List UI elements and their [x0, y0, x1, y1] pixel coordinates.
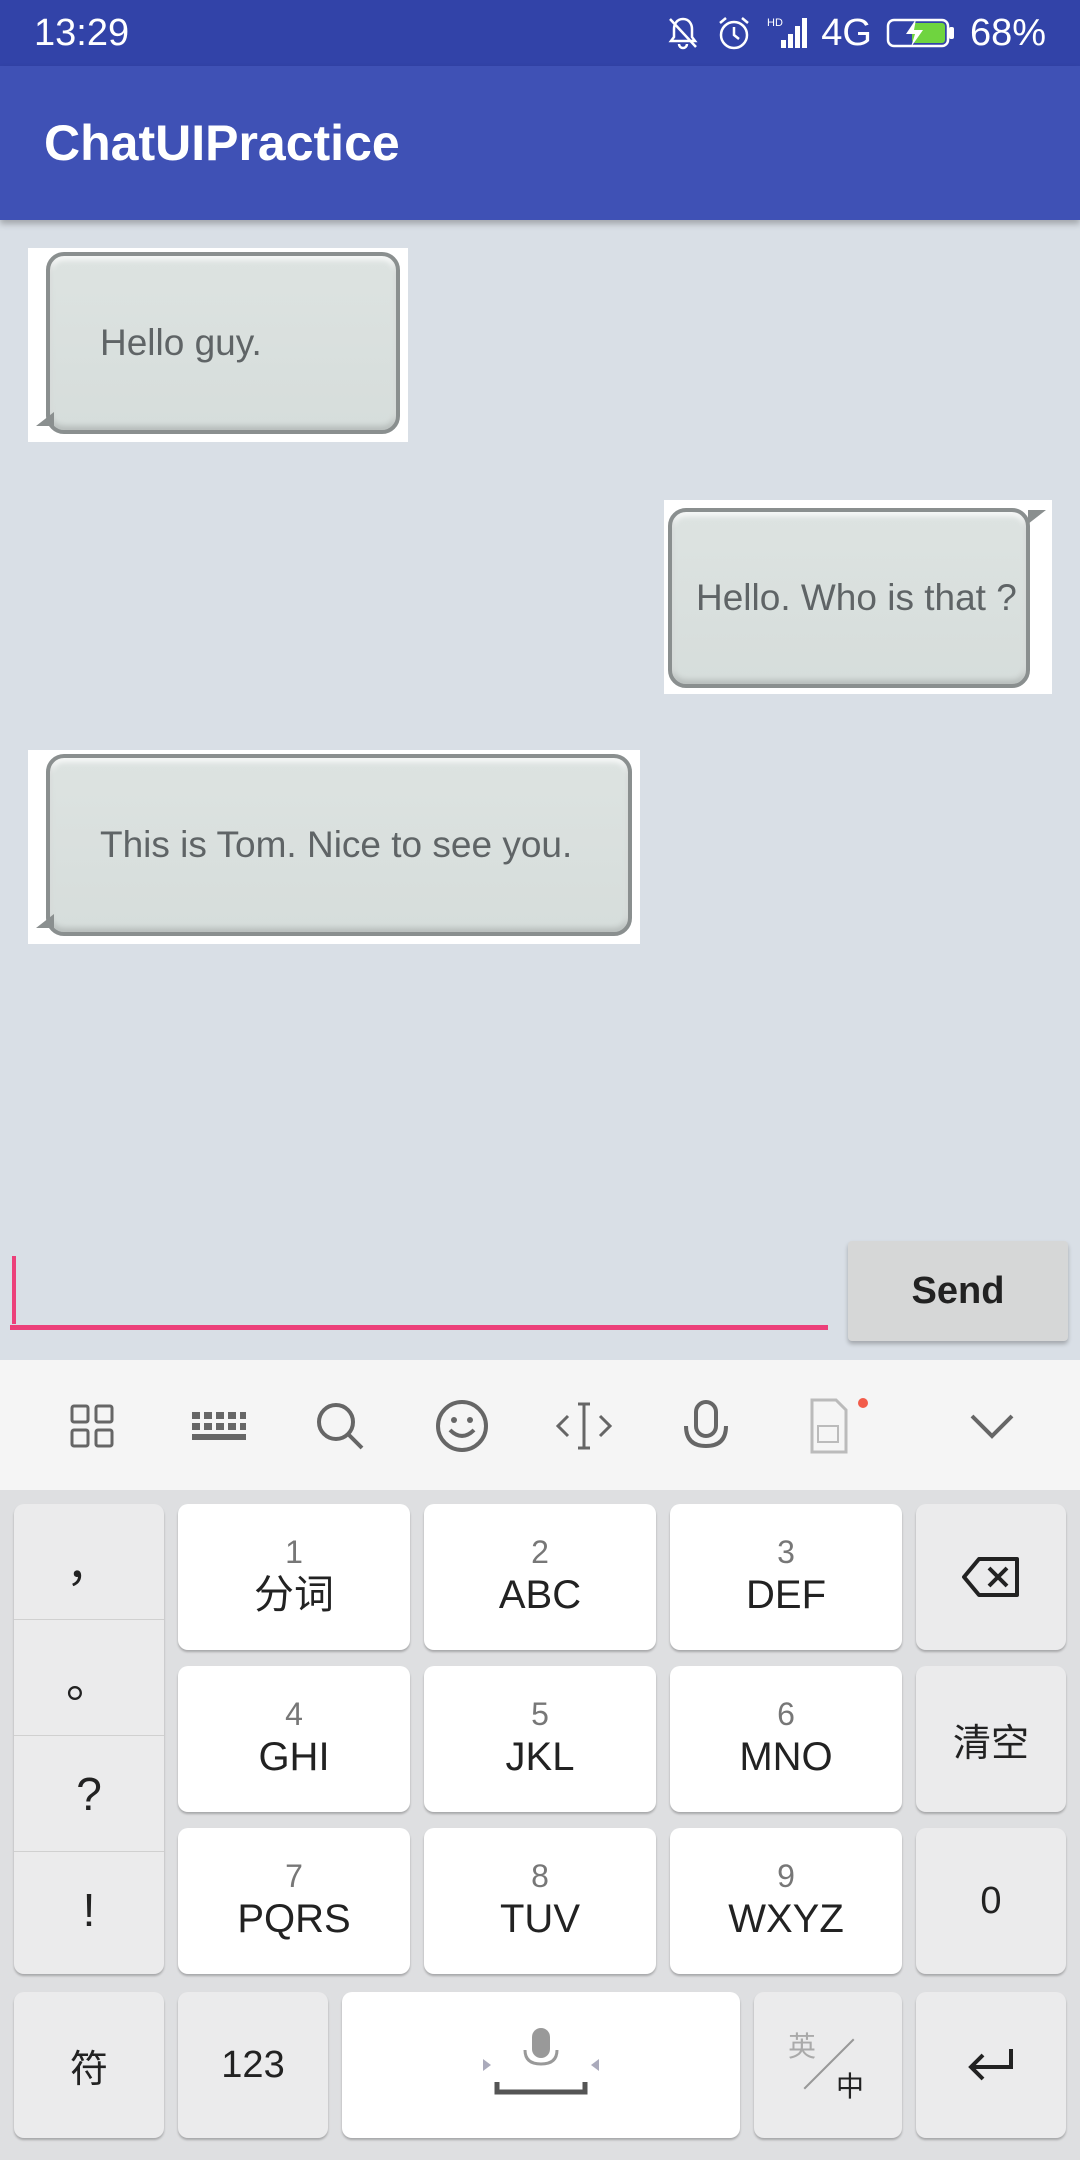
- numbers-label: 123: [221, 2043, 285, 2086]
- notification-dot: [858, 1398, 868, 1408]
- key-letters: MNO: [739, 1735, 833, 1779]
- bubble-tail: [36, 914, 54, 928]
- symbol-key[interactable]: 符: [14, 1992, 164, 2138]
- cursor-move-icon[interactable]: [554, 1396, 614, 1456]
- key-1[interactable]: 1 分词: [178, 1504, 410, 1650]
- status-time: 13:29: [34, 11, 130, 54]
- key-3[interactable]: 3 DEF: [670, 1504, 902, 1650]
- symbol-label: 符: [69, 2048, 108, 2091]
- alarm-icon: [719, 17, 750, 50]
- key-number: 1: [285, 1534, 303, 1570]
- key-period[interactable]: 。: [14, 1620, 164, 1736]
- key-letters: ABC: [498, 1573, 582, 1617]
- message-text: Hello. Who is that ?: [696, 577, 1017, 618]
- backspace-icon: [962, 1557, 1019, 1597]
- input-bar: Send: [0, 1230, 1080, 1360]
- notifications-off-icon: [668, 17, 698, 50]
- language-switch-icon: 英 中: [788, 2025, 868, 2105]
- hd-label: HD: [767, 17, 783, 29]
- signal-icon: HD: [767, 17, 808, 48]
- key-2[interactable]: 2 ABC: [424, 1504, 656, 1650]
- voice-space-icon: [483, 2028, 599, 2095]
- message-bubble-sent: Hello. Who is that ?: [668, 508, 1030, 688]
- clear-label: 清空: [952, 1722, 1029, 1765]
- key-9[interactable]: 9 WXYZ: [670, 1828, 902, 1974]
- key-number: 2: [531, 1534, 549, 1570]
- space-key[interactable]: [342, 1992, 740, 2138]
- key-4[interactable]: 4 GHI: [178, 1666, 410, 1812]
- message-text: Hello guy.: [100, 322, 262, 363]
- key-exclamation[interactable]: !: [14, 1852, 164, 1967]
- key-letters: GHI: [258, 1735, 330, 1779]
- bubble-tail: [36, 412, 54, 426]
- enter-key[interactable]: [916, 1992, 1066, 2138]
- chat-list[interactable]: Hello guy. Hello. Who is that ? This is …: [0, 220, 1080, 1240]
- text-cursor: [12, 1256, 16, 1324]
- keyboard: ， 。 ? ! 1 分词 2 ABC 3 DEF 4 GHI 5 JKL 6 M…: [0, 1490, 1080, 2160]
- app-bar: ChatUIPractice: [0, 66, 1080, 220]
- language-switch-key[interactable]: 英 中: [754, 1992, 902, 2138]
- key-number: 9: [777, 1858, 795, 1894]
- status-icons: HD 4G 68%: [665, 12, 1046, 55]
- emoji-icon[interactable]: [432, 1396, 492, 1456]
- battery-charging-icon: [886, 18, 954, 48]
- key-comma[interactable]: ，: [14, 1504, 164, 1620]
- key-6[interactable]: 6 MNO: [670, 1666, 902, 1812]
- message-bubble-received: This is Tom. Nice to see you.: [46, 754, 632, 936]
- microphone-icon[interactable]: [676, 1396, 736, 1456]
- key-7[interactable]: 7 PQRS: [178, 1828, 410, 1974]
- message-bubble-received: Hello guy.: [46, 252, 400, 434]
- key-letters: TUV: [500, 1897, 580, 1941]
- message-item: Hello. Who is that ?: [664, 500, 1052, 694]
- key-number: 8: [531, 1858, 549, 1894]
- lang-zh-label: 中: [835, 2071, 864, 2102]
- key-letters: WXYZ: [728, 1897, 844, 1941]
- punctuation-column: ， 。 ? !: [14, 1504, 164, 1974]
- search-icon[interactable]: [310, 1396, 370, 1456]
- battery-level: 68%: [969, 11, 1046, 54]
- chevron-down-icon[interactable]: [962, 1396, 1022, 1456]
- network-type: 4G: [821, 11, 872, 54]
- key-letters: PQRS: [237, 1897, 351, 1941]
- keyboard-icon[interactable]: [188, 1396, 248, 1456]
- message-text: This is Tom. Nice to see you.: [100, 824, 573, 865]
- enter-icon: [968, 2049, 1013, 2081]
- key-number: 3: [777, 1534, 795, 1570]
- key-question[interactable]: ?: [14, 1736, 164, 1852]
- key-number: 4: [285, 1696, 303, 1732]
- key-8[interactable]: 8 TUV: [424, 1828, 656, 1974]
- key-letters: JKL: [505, 1735, 575, 1779]
- clear-key[interactable]: 清空: [916, 1666, 1066, 1812]
- key-0[interactable]: 0: [916, 1828, 1066, 1974]
- message-item: This is Tom. Nice to see you.: [28, 750, 640, 944]
- sim-card-icon[interactable]: [798, 1396, 858, 1456]
- key-letters: 分词: [254, 1573, 334, 1617]
- numbers-key[interactable]: 123: [178, 1992, 328, 2138]
- lang-en-label: 英: [788, 2031, 817, 2062]
- send-button[interactable]: Send: [848, 1241, 1068, 1341]
- backspace-key[interactable]: [916, 1504, 1066, 1650]
- key-letters: DEF: [746, 1573, 826, 1617]
- bubble-tail: [1028, 510, 1046, 524]
- key-number: 7: [285, 1858, 303, 1894]
- app-title: ChatUIPractice: [44, 115, 400, 171]
- status-bar: 13:29 HD 4G 68%: [0, 0, 1080, 66]
- zero-label: 0: [980, 1879, 1002, 1922]
- message-item: Hello guy.: [28, 248, 408, 442]
- key-number: 5: [531, 1696, 549, 1732]
- grid-icon[interactable]: [62, 1396, 122, 1456]
- key-number: 6: [777, 1696, 795, 1732]
- message-input[interactable]: [10, 1250, 828, 1330]
- keyboard-toolbar: [0, 1360, 1080, 1491]
- key-5[interactable]: 5 JKL: [424, 1666, 656, 1812]
